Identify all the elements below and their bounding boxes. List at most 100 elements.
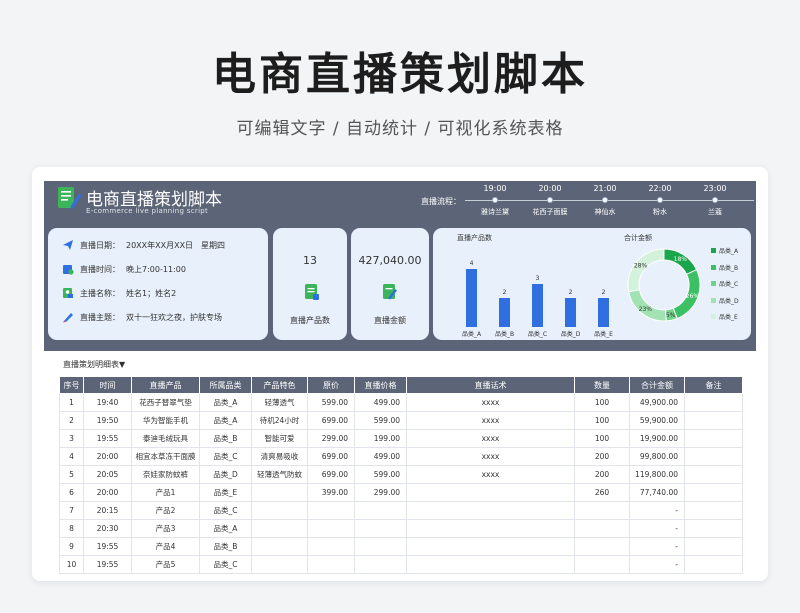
- table-cell[interactable]: [251, 537, 308, 556]
- table-cell[interactable]: 20:05: [83, 465, 132, 484]
- table-cell[interactable]: 1: [59, 393, 84, 412]
- table-cell[interactable]: 6: [59, 483, 84, 502]
- table-cell[interactable]: 10: [59, 555, 84, 574]
- table-cell[interactable]: [684, 447, 743, 466]
- table-cell[interactable]: [354, 501, 407, 520]
- table-cell[interactable]: 499.00: [354, 393, 407, 412]
- table-cell[interactable]: [307, 537, 355, 556]
- table-cell[interactable]: [251, 519, 308, 538]
- table-cell[interactable]: 产品4: [131, 537, 200, 556]
- table-cell[interactable]: -: [629, 555, 685, 574]
- table-cell[interactable]: 19,900.00: [629, 429, 685, 448]
- table-cell[interactable]: 100: [574, 429, 630, 448]
- table-cell[interactable]: xxxx: [406, 393, 575, 412]
- table-cell[interactable]: 品类_C: [199, 501, 252, 520]
- table-cell[interactable]: 699.00: [307, 411, 355, 430]
- table-cell[interactable]: [307, 501, 355, 520]
- table-cell[interactable]: [684, 465, 743, 484]
- table-cell[interactable]: 19:40: [83, 393, 132, 412]
- table-cell[interactable]: 华为智能手机: [131, 411, 200, 430]
- table-cell[interactable]: [307, 555, 355, 574]
- table-cell[interactable]: 品类_C: [199, 555, 252, 574]
- column-header[interactable]: 序号: [59, 376, 84, 394]
- table-cell[interactable]: 200: [574, 465, 630, 484]
- table-cell[interactable]: 2: [59, 411, 84, 430]
- table-cell[interactable]: 花西子替翠气垫: [131, 393, 200, 412]
- table-cell[interactable]: [251, 483, 308, 502]
- table-cell[interactable]: 品类_A: [199, 411, 252, 430]
- column-header[interactable]: 直播价格: [354, 376, 407, 394]
- table-cell[interactable]: [684, 501, 743, 520]
- table-cell[interactable]: [684, 555, 743, 574]
- column-header[interactable]: 原价: [307, 376, 355, 394]
- table-cell[interactable]: 待机24小时: [251, 411, 308, 430]
- table-cell[interactable]: 299.00: [307, 429, 355, 448]
- table-cell[interactable]: [251, 555, 308, 574]
- table-cell[interactable]: [354, 537, 407, 556]
- table-cell[interactable]: 200: [574, 447, 630, 466]
- table-cell[interactable]: 5: [59, 465, 84, 484]
- table-cell[interactable]: 品类_C: [199, 447, 252, 466]
- table-title[interactable]: 直播策划明细表▼: [63, 359, 125, 370]
- column-header[interactable]: 时间: [83, 376, 132, 394]
- column-header[interactable]: 备注: [684, 376, 743, 394]
- column-header[interactable]: 数量: [574, 376, 630, 394]
- table-cell[interactable]: xxxx: [406, 411, 575, 430]
- table-cell[interactable]: 品类_A: [199, 519, 252, 538]
- table-cell[interactable]: 20:00: [83, 483, 132, 502]
- table-cell[interactable]: 品类_E: [199, 483, 252, 502]
- table-cell[interactable]: [684, 393, 743, 412]
- table-cell[interactable]: 100: [574, 411, 630, 430]
- table-cell[interactable]: [684, 537, 743, 556]
- table-cell[interactable]: xxxx: [406, 447, 575, 466]
- table-cell[interactable]: 3: [59, 429, 84, 448]
- table-cell[interactable]: 19:55: [83, 537, 132, 556]
- table-cell[interactable]: 99,800.00: [629, 447, 685, 466]
- table-cell[interactable]: 49,900.00: [629, 393, 685, 412]
- table-cell[interactable]: 599.00: [307, 393, 355, 412]
- table-cell[interactable]: -: [629, 519, 685, 538]
- table-cell[interactable]: 199.00: [354, 429, 407, 448]
- column-header[interactable]: 直播产品: [131, 376, 200, 394]
- table-cell[interactable]: [684, 411, 743, 430]
- table-cell[interactable]: 399.00: [307, 483, 355, 502]
- table-cell[interactable]: 7: [59, 501, 84, 520]
- table-cell[interactable]: [354, 555, 407, 574]
- table-cell[interactable]: [574, 555, 630, 574]
- table-cell[interactable]: -: [629, 537, 685, 556]
- table-cell[interactable]: 19:50: [83, 411, 132, 430]
- table-cell[interactable]: [574, 537, 630, 556]
- table-cell[interactable]: [684, 519, 743, 538]
- table-cell[interactable]: [307, 519, 355, 538]
- table-cell[interactable]: [684, 429, 743, 448]
- table-cell[interactable]: [406, 519, 575, 538]
- table-cell[interactable]: 59,900.00: [629, 411, 685, 430]
- table-cell[interactable]: 相宜本草冻干面膜: [131, 447, 200, 466]
- table-cell[interactable]: 智能可爱: [251, 429, 308, 448]
- table-cell[interactable]: 8: [59, 519, 84, 538]
- table-cell[interactable]: [684, 483, 743, 502]
- table-cell[interactable]: 轻薄透气: [251, 393, 308, 412]
- column-header[interactable]: 直播话术: [406, 376, 575, 394]
- table-cell[interactable]: 100: [574, 393, 630, 412]
- table-cell[interactable]: -: [629, 501, 685, 520]
- table-cell[interactable]: 产品3: [131, 519, 200, 538]
- table-cell[interactable]: 260: [574, 483, 630, 502]
- table-cell[interactable]: 20:00: [83, 447, 132, 466]
- table-cell[interactable]: [406, 483, 575, 502]
- table-cell[interactable]: 品类_B: [199, 429, 252, 448]
- table-cell[interactable]: 77,740.00: [629, 483, 685, 502]
- table-cell[interactable]: 品类_A: [199, 393, 252, 412]
- table-cell[interactable]: 699.00: [307, 465, 355, 484]
- column-header[interactable]: 所属品类: [199, 376, 252, 394]
- table-cell[interactable]: xxxx: [406, 465, 575, 484]
- table-cell[interactable]: 泰迪毛绒玩具: [131, 429, 200, 448]
- table-cell[interactable]: 4: [59, 447, 84, 466]
- table-cell[interactable]: 699.00: [307, 447, 355, 466]
- table-cell[interactable]: 19:55: [83, 555, 132, 574]
- table-cell[interactable]: 599.00: [354, 465, 407, 484]
- table-cell[interactable]: 599.00: [354, 411, 407, 430]
- table-cell[interactable]: [354, 519, 407, 538]
- table-cell[interactable]: 9: [59, 537, 84, 556]
- table-cell[interactable]: [251, 501, 308, 520]
